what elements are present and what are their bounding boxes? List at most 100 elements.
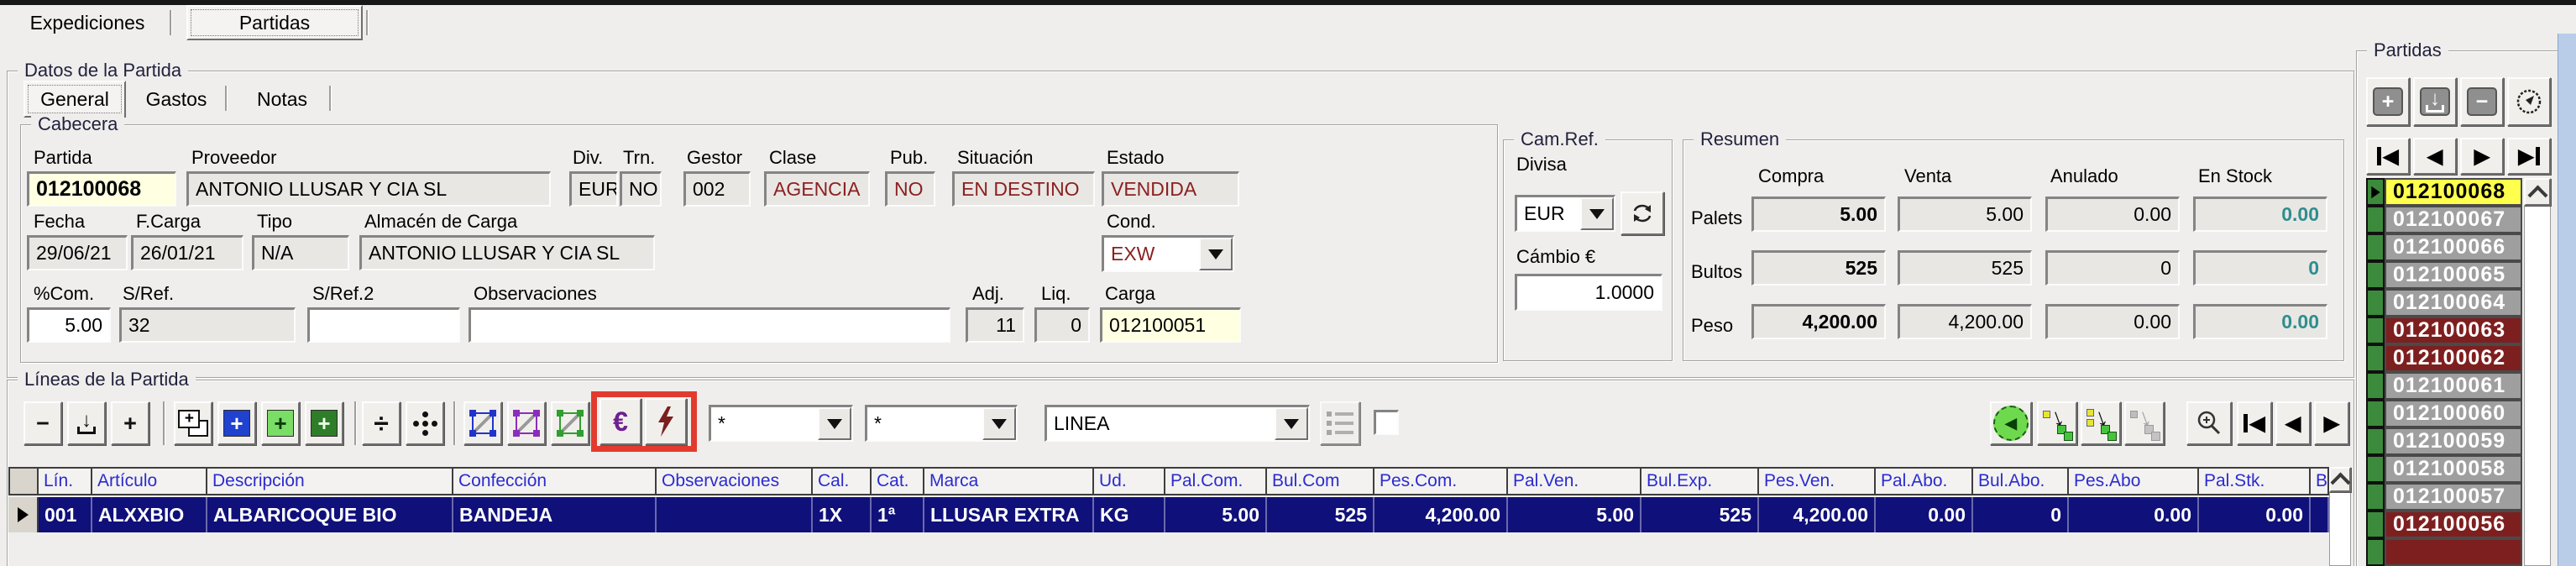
grid-header-20[interactable]: Bu xyxy=(2311,467,2329,495)
adj-field[interactable]: 11 xyxy=(966,307,1024,343)
grid-header-5[interactable]: Observaciones xyxy=(657,467,813,495)
cond-dropdown-button[interactable] xyxy=(1199,238,1233,270)
grid-header-4[interactable]: Confección xyxy=(453,467,657,495)
partida-list-item[interactable]: 012100065 xyxy=(2366,261,2522,289)
grid-nav-next-button[interactable]: ▶ xyxy=(2314,401,2349,445)
gestor-field[interactable]: 002 xyxy=(683,171,751,207)
tab-general[interactable]: General xyxy=(24,81,126,118)
trn-field[interactable]: NO xyxy=(620,171,662,207)
grid-header-11[interactable]: Bul.Com xyxy=(1267,467,1374,495)
grid-nav-prev-button[interactable]: ◀ xyxy=(2275,401,2311,445)
partida-list-item[interactable]: 012100058 xyxy=(2366,455,2522,483)
grid-header-14[interactable]: Bul.Exp. xyxy=(1641,467,1759,495)
divisa-dropdown-button[interactable] xyxy=(1580,197,1614,230)
sref2-input[interactable] xyxy=(307,307,460,343)
partida-nav-last-button[interactable]: ▶ xyxy=(2507,138,2551,175)
pub-field[interactable]: NO xyxy=(885,171,935,207)
partida-list-item[interactable]: 012100059 xyxy=(2366,427,2522,455)
refresh-rate-button[interactable] xyxy=(1620,191,1664,235)
duplicate-line-button[interactable]: + xyxy=(174,401,212,445)
partida-list-item[interactable]: 012100067 xyxy=(2366,206,2522,233)
partida-save-button[interactable]: ↓ xyxy=(2413,77,2457,126)
partida-input[interactable]: 012100068 xyxy=(27,171,176,207)
add-light-green-line-button[interactable]: + xyxy=(261,401,300,445)
tab-gastos[interactable]: Gastos xyxy=(134,84,218,114)
select-blue-button[interactable] xyxy=(463,401,502,445)
grid-header-12[interactable]: Pes.Com. xyxy=(1374,467,1508,495)
partida-navigate-button[interactable] xyxy=(2507,77,2551,126)
grid-header-3[interactable]: Descripción xyxy=(207,467,453,495)
filter1-select[interactable]: * xyxy=(709,405,853,442)
tab-partidas[interactable]: Partidas xyxy=(186,5,363,40)
lineas-grid-row[interactable]: 001ALXXBIOALBARICOQUE BIOBANDEJA1X1ªLLUS… xyxy=(8,497,2329,532)
partida-list-item[interactable]: 012100066 xyxy=(2366,233,2522,261)
partida-add-button[interactable]: + xyxy=(2366,77,2410,126)
save-lines-button[interactable]: ↓ xyxy=(67,401,106,445)
clase-field[interactable]: AGENCIA xyxy=(764,171,870,207)
partida-nav-first-button[interactable]: ◀ xyxy=(2366,138,2410,175)
partida-list-item[interactable]: 012100068 xyxy=(2366,178,2522,206)
tipo-field[interactable]: N/A xyxy=(252,235,349,270)
grid-header-8[interactable]: Marca xyxy=(924,467,1094,495)
proveedor-field[interactable]: ANTONIO LLUSAR Y CIA SL xyxy=(186,171,551,207)
grid-vertical-scrollbar[interactable] xyxy=(2329,467,2351,566)
tab-expediciones[interactable]: Expediciones xyxy=(10,7,165,39)
group-checkbox[interactable] xyxy=(1374,410,1399,435)
grid-header-17[interactable]: Bul.Abo. xyxy=(1973,467,2069,495)
observaciones-input[interactable] xyxy=(469,307,950,343)
grid-header-10[interactable]: Pal.Com. xyxy=(1165,467,1267,495)
grid-header-9[interactable]: Ud. xyxy=(1094,467,1165,495)
cambio-input[interactable]: 1.0000 xyxy=(1515,274,1662,311)
liq-field[interactable]: 0 xyxy=(1034,307,1090,343)
partida-remove-button[interactable]: − xyxy=(2460,77,2504,126)
apply-down-one-button[interactable]: ↓ xyxy=(2037,401,2077,445)
grid-row-selector[interactable] xyxy=(8,497,39,532)
grid-header-18[interactable]: Pes.Abo xyxy=(2069,467,2199,495)
view-mode-select[interactable]: LINEA xyxy=(1045,405,1310,442)
situacion-field[interactable]: EN DESTINO xyxy=(952,171,1095,207)
select-purple-button[interactable] xyxy=(507,401,546,445)
divisa-select[interactable]: EUR xyxy=(1515,195,1615,232)
fcarga-field[interactable]: 26/01/21 xyxy=(131,235,243,270)
filter2-select[interactable]: * xyxy=(865,405,1018,442)
grid-header-15[interactable]: Pes.Ven. xyxy=(1759,467,1876,495)
partida-list-item[interactable]: 012100061 xyxy=(2366,372,2522,400)
window-right-edge[interactable] xyxy=(2558,34,2576,566)
grid-header-16[interactable]: Pal.Abo. xyxy=(1876,467,1973,495)
add-line-button[interactable]: + xyxy=(111,401,149,445)
carga-input[interactable]: 012100051 xyxy=(1100,307,1241,343)
split-line-button[interactable]: ÷ xyxy=(362,401,401,445)
almacen-field[interactable]: ANTONIO LLUSAR Y CIA SL xyxy=(359,235,655,270)
partida-nav-prev-button[interactable]: ◀ xyxy=(2413,138,2457,175)
grid-nav-first-button[interactable]: ◀ xyxy=(2237,401,2272,445)
grid-header-19[interactable]: Pal.Stk. xyxy=(2199,467,2311,495)
grid-header-7[interactable]: Cat. xyxy=(872,467,924,495)
partida-list-item[interactable]: 012100064 xyxy=(2366,289,2522,317)
partida-list-item[interactable]: 012100057 xyxy=(2366,483,2522,511)
div-field[interactable]: EUR xyxy=(569,171,618,207)
grid-header-13[interactable]: Pal.Ven. xyxy=(1508,467,1641,495)
select-green-button[interactable] xyxy=(551,401,589,445)
grid-header-6[interactable]: Cal. xyxy=(813,467,872,495)
filter2-dropdown-button[interactable] xyxy=(982,407,1016,440)
remove-line-button[interactable]: − xyxy=(24,401,62,445)
view-mode-dropdown-button[interactable] xyxy=(1275,407,1308,440)
grid-scroll-up-button[interactable] xyxy=(2329,467,2351,492)
add-blue-line-button[interactable]: + xyxy=(217,401,256,445)
distribute-line-button[interactable] xyxy=(406,401,444,445)
partida-list-item[interactable]: 012100062 xyxy=(2366,344,2522,372)
grid-header-2[interactable]: Artículo xyxy=(92,467,207,495)
list-view-button[interactable] xyxy=(1320,401,1360,445)
partidas-scroll-up-button[interactable] xyxy=(2524,178,2551,206)
zoom-button[interactable] xyxy=(2186,401,2232,445)
partida-nav-next-button[interactable]: ▶ xyxy=(2460,138,2504,175)
grid-header-1[interactable]: Lín. xyxy=(39,467,92,495)
apply-down-all-button[interactable]: ↓ xyxy=(2081,401,2121,445)
sref-field[interactable]: 32 xyxy=(119,307,296,343)
add-dark-green-line-button[interactable]: + xyxy=(305,401,343,445)
partidas-list-scrollbar[interactable] xyxy=(2524,178,2551,566)
partida-list-item[interactable]: 012100056 xyxy=(2366,511,2522,538)
estado-field[interactable]: VENDIDA xyxy=(1102,171,1239,207)
partida-list-item[interactable]: 012100060 xyxy=(2366,400,2522,427)
pcom-input[interactable]: 5.00 xyxy=(27,307,111,343)
